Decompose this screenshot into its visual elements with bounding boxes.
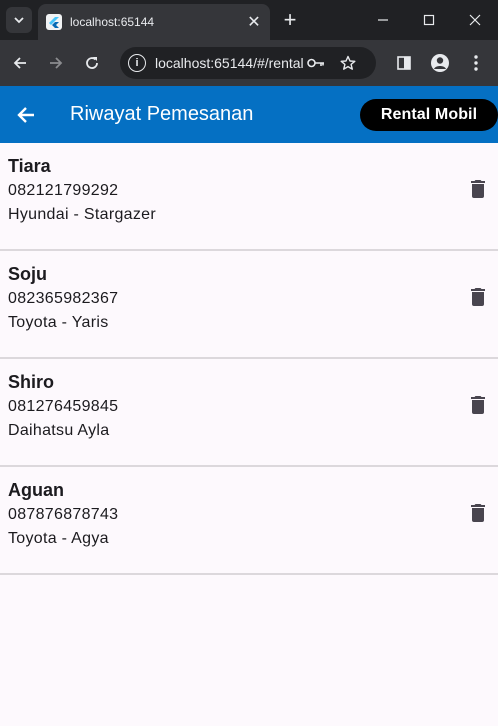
password-key-icon[interactable]	[305, 52, 327, 74]
delete-button[interactable]	[466, 501, 490, 525]
arrow-back-icon	[17, 107, 34, 123]
side-panel-icon	[397, 56, 411, 70]
list-item[interactable]: Soju 082365982367 Toyota - Yaris	[0, 251, 498, 359]
site-info-icon[interactable]: i	[128, 54, 146, 72]
browser-forward-button[interactable]	[42, 49, 70, 77]
customer-phone: 087876878743	[8, 506, 119, 523]
more-vert-icon	[474, 55, 478, 71]
flutter-logo-icon	[46, 14, 62, 30]
tab-close-icon[interactable]: ✕	[244, 12, 264, 32]
delete-button[interactable]	[466, 285, 490, 309]
customer-phone: 082121799292	[8, 182, 119, 199]
customer-name: Shiro	[8, 372, 55, 392]
list-item[interactable]: Tiara 082121799292 Hyundai - Stargazer	[0, 143, 498, 251]
browser-toolbar: i localhost:65144/#/rental	[0, 40, 498, 86]
delete-icon	[471, 288, 485, 306]
reload-button[interactable]	[78, 49, 106, 77]
delete-icon	[471, 396, 485, 414]
arrow-right-icon	[50, 57, 63, 69]
address-bar[interactable]: i localhost:65144/#/rental	[120, 47, 376, 79]
customer-name: Aguan	[8, 480, 64, 500]
profile-button[interactable]	[426, 49, 454, 77]
delete-button[interactable]	[466, 393, 490, 417]
chevron-down-icon	[14, 17, 24, 24]
delete-icon	[471, 504, 485, 522]
minimize-button[interactable]	[360, 0, 406, 40]
list-item[interactable]: Shiro 081276459845 Daihatsu Ayla	[0, 359, 498, 467]
order-history-list: Tiara 082121799292 Hyundai - Stargazer Soju…	[0, 143, 498, 575]
address-url[interactable]: localhost:65144/#/rental	[155, 55, 305, 71]
customer-name: Tiara	[8, 156, 51, 176]
customer-name: Soju	[8, 264, 47, 284]
page-title: Riwayat Pemesanan	[70, 103, 254, 125]
tab-title: localhost:65144	[70, 15, 155, 29]
back-button[interactable]	[12, 102, 40, 128]
car-model: Toyota - Agya	[8, 530, 109, 547]
customer-phone: 081276459845	[8, 398, 119, 415]
browser-back-button[interactable]	[6, 49, 34, 77]
browser-menu-button[interactable]	[462, 49, 490, 77]
bookmark-star-icon[interactable]	[337, 52, 359, 74]
side-panel-button[interactable]	[390, 49, 418, 77]
delete-button[interactable]	[466, 177, 490, 201]
app-bar: Riwayat Pemesanan Rental Mobil	[0, 86, 498, 143]
car-model: Toyota - Yaris	[8, 314, 109, 331]
rental-mobil-button[interactable]: Rental Mobil	[360, 99, 498, 131]
customer-phone: 082365982367	[8, 290, 119, 307]
minimize-icon	[378, 19, 388, 21]
browser-tab[interactable]: localhost:65144 ✕	[38, 4, 270, 40]
delete-icon	[471, 180, 485, 198]
profile-avatar-icon	[431, 54, 449, 72]
close-icon	[469, 14, 481, 26]
car-model: Hyundai - Stargazer	[8, 206, 156, 223]
new-tab-button[interactable]: +	[278, 7, 302, 32]
maximize-icon	[423, 14, 435, 26]
list-item[interactable]: Aguan 087876878743 Toyota - Agya	[0, 467, 498, 575]
divider	[0, 573, 498, 575]
reload-icon	[86, 57, 98, 69]
arrow-left-icon	[13, 57, 26, 69]
browser-tab-strip: localhost:65144 ✕ +	[0, 0, 498, 40]
car-model: Daihatsu Ayla	[8, 422, 110, 439]
window-close-button[interactable]	[452, 0, 498, 40]
maximize-button[interactable]	[406, 0, 452, 40]
tab-search-button[interactable]	[6, 7, 32, 33]
